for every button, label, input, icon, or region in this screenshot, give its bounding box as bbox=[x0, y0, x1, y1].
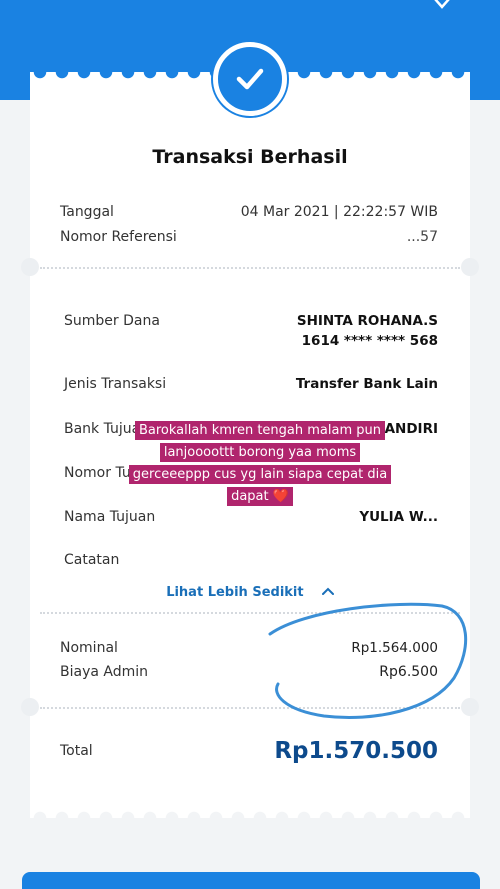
story-line: Barokallah kmren tengah malam pun bbox=[134, 421, 385, 440]
catatan-label: Catatan bbox=[64, 552, 120, 568]
chevron-down-icon[interactable] bbox=[432, 0, 452, 14]
receipt-notch bbox=[21, 698, 39, 716]
chevron-up-icon[interactable] bbox=[318, 585, 334, 599]
check-icon bbox=[236, 68, 264, 90]
receipt-notch bbox=[21, 258, 39, 276]
story-caption: Barokallah kmren tengah malam pun lanjoo… bbox=[100, 420, 420, 508]
total-label: Total bbox=[60, 743, 93, 759]
biaya-label: Biaya Admin bbox=[60, 664, 149, 680]
divider bbox=[40, 267, 460, 269]
referensi-value: ...57 bbox=[406, 229, 438, 245]
bottom-action-bar[interactable] bbox=[22, 872, 480, 889]
receipt-bottom-edge bbox=[30, 806, 470, 818]
nama-label: Nama Tujuan bbox=[64, 509, 156, 525]
story-line: lanjoooottt borong yaa moms bbox=[159, 443, 361, 462]
jenis-value: Transfer Bank Lain bbox=[295, 376, 438, 392]
sumber-account: 1614 **** **** 568 bbox=[301, 333, 438, 349]
success-badge bbox=[213, 42, 287, 116]
nominal-label: Nominal bbox=[60, 640, 118, 656]
story-line: gerceeeppp cus yg lain siapa cepat dia bbox=[128, 465, 392, 484]
page-title: Transaksi Berhasil bbox=[152, 146, 348, 168]
total-value: Rp1.570.500 bbox=[274, 738, 438, 764]
jenis-label: Jenis Transaksi bbox=[64, 376, 167, 392]
story-line: dapat ❤️ bbox=[227, 487, 293, 506]
sumber-label: Sumber Dana bbox=[64, 313, 160, 329]
annotation-circle bbox=[268, 602, 468, 719]
tanggal-value: 04 Mar 2021 | 22:22:57 WIB bbox=[240, 204, 438, 220]
tanggal-label: Tanggal bbox=[60, 204, 114, 220]
nama-value: YULIA W... bbox=[359, 509, 438, 525]
referensi-label: Nomor Referensi bbox=[60, 229, 177, 245]
sumber-name: SHINTA ROHANA.S bbox=[296, 313, 438, 329]
receipt-notch bbox=[461, 258, 479, 276]
